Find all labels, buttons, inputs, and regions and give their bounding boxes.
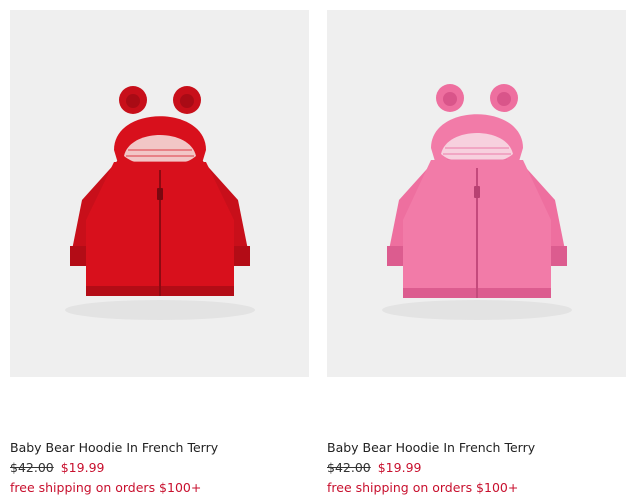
product-info: Baby Bear Hoodie In French Terry $42.00 …: [327, 439, 626, 496]
sale-price: $19.99: [60, 460, 105, 475]
sale-price: $19.99: [377, 460, 422, 475]
product-name-link[interactable]: Baby Bear Hoodie In French Terry: [10, 439, 309, 456]
product-card: Baby Bear Hoodie In French Terry $42.00 …: [10, 10, 309, 495]
product-card: Baby Bear Hoodie In French Terry $42.00 …: [327, 10, 626, 495]
product-name-link[interactable]: Baby Bear Hoodie In French Terry: [327, 439, 626, 456]
shipping-note: free shipping on orders $100+: [10, 480, 202, 495]
product-image-pink-hoodie[interactable]: [327, 10, 626, 377]
product-grid: Baby Bear Hoodie In French Terry $42.00 …: [0, 0, 637, 501]
price-row: $42.00 $19.99: [327, 459, 626, 476]
product-image-red-hoodie[interactable]: [10, 10, 309, 377]
product-info: Baby Bear Hoodie In French Terry $42.00 …: [10, 439, 309, 496]
original-price: $42.00: [10, 460, 54, 475]
original-price: $42.00: [327, 460, 371, 475]
shipping-note: free shipping on orders $100+: [327, 480, 519, 495]
price-row: $42.00 $19.99: [10, 459, 309, 476]
